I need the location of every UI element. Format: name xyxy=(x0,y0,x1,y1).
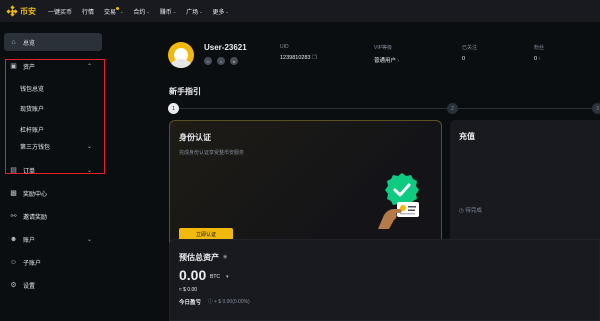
sidebar-item-sub-account[interactable]: ☺ 子账户 xyxy=(4,253,102,271)
nav-item-square[interactable]: 广场 ⌄ xyxy=(186,7,202,16)
sidebar-item-overview[interactable]: ⌂ 总览 xyxy=(4,33,102,51)
logo-text: 币安 xyxy=(20,6,36,16)
top-nav: 币安 一键买币 行情 交易 ⌄ 合约 ⌄ 赚币 ⌄ 广场 ⌄ 更多 ⌄ xyxy=(0,0,600,22)
uid-block: UID 1239810283 ❐ xyxy=(280,44,317,61)
globe-icon[interactable]: ● xyxy=(230,57,238,65)
nav-item-trade[interactable]: 交易 ⌄ xyxy=(104,6,124,16)
username: User-23621 xyxy=(204,43,247,52)
followers-value: 0 xyxy=(534,56,538,62)
chevron-down-icon: ⌄ xyxy=(86,167,92,174)
user-icon: ☻ xyxy=(9,235,18,243)
binance-logo-icon xyxy=(6,5,18,17)
rewards-icon: ▩ xyxy=(10,190,17,197)
card-description: 完成身份认证享受整币安服务 xyxy=(179,150,245,156)
new-dot xyxy=(116,6,120,10)
asset-title: 预估总资产 xyxy=(179,253,219,262)
home-icon: ⌂ xyxy=(11,38,16,46)
eye-icon[interactable]: ◉ xyxy=(223,254,227,260)
x-icon[interactable]: x xyxy=(217,57,225,65)
asset-unit[interactable]: BTC xyxy=(210,274,220,280)
chevron-down-icon: ⌄ xyxy=(172,8,177,14)
vip-value: 普通用户 xyxy=(374,58,397,64)
identity-verification-card: 身份认证 完成身份认证享受整币安服务 立即认证 xyxy=(169,120,442,247)
invite-icon: ⚯ xyxy=(10,213,17,220)
chevron-down-icon: ⌄ xyxy=(199,8,203,14)
sidebar-item-rewards[interactable]: ▩ 奖励中心 xyxy=(4,184,102,202)
social-badges: ∞ x ● xyxy=(204,57,243,65)
step-2: 2 xyxy=(447,103,458,114)
highlight-box xyxy=(5,59,105,174)
card-title: 身份认证 xyxy=(179,133,211,142)
asset-value: 0.00 xyxy=(179,267,207,283)
nav-item-buy-crypto[interactable]: 一键买币 xyxy=(48,7,72,16)
copy-icon[interactable]: ❐ xyxy=(312,55,317,61)
deposit-card[interactable]: 充值 ◷ 待完成 xyxy=(450,120,600,247)
nav-item-more[interactable]: 更多 ⌄ xyxy=(213,7,229,16)
verified-check-icon xyxy=(385,173,419,207)
sidebar-item-account[interactable]: ☻ 账户 ⌄ xyxy=(4,230,102,248)
sidebar-item-referral[interactable]: ⚯ 邀请奖励 xyxy=(4,207,102,225)
following-label: 已关注 xyxy=(462,45,478,51)
step-1: 1 xyxy=(168,103,179,114)
steps-line xyxy=(174,108,600,109)
logo[interactable]: 币安 xyxy=(6,5,36,17)
chevron-down-icon: ⌄ xyxy=(86,236,92,243)
chevron-down-icon: ⌄ xyxy=(146,8,150,14)
caret-down-icon[interactable]: ▾ xyxy=(226,274,229,280)
sidebar: ⌂ 总览 ▣ 资产 ⌃ 钱包总览 现货账户 杠杆账户 第三方钱包 ⌄ ▤ 订单 … xyxy=(0,22,108,321)
chevron-down-icon: ⌄ xyxy=(225,8,229,14)
followers-block: 粉丝 0 › xyxy=(534,44,544,62)
following-block: 已关注 0 xyxy=(462,44,477,62)
nav-item-markets[interactable]: 行情 xyxy=(82,7,94,16)
chevron-right-icon: › xyxy=(397,58,400,64)
nav-item-earn[interactable]: 赚币 ⌄ xyxy=(160,7,176,16)
nav-item-futures[interactable]: 合约 ⌄ xyxy=(133,7,149,16)
followers-label: 粉丝 xyxy=(534,45,545,51)
pnl-label: 今日盈亏 xyxy=(179,300,202,306)
asset-usd-value: ≈ $ 0.00 xyxy=(179,287,198,293)
info-icon[interactable]: ⓘ xyxy=(208,298,213,305)
orders-icon: ▤ xyxy=(10,167,17,174)
pnl-value: + $ 0.00(0.00%) xyxy=(214,299,250,305)
chevron-down-icon: ⌄ xyxy=(120,8,124,14)
vip-block: VIP等级 普通用户 › xyxy=(374,44,399,64)
main-content: User-23621 ∞ x ● UID 1239810283 ❐ VIP等级 … xyxy=(108,22,600,321)
section-title-guide: 新手指引 xyxy=(169,87,201,96)
estimated-balance-card: 预估总资产 ◉ 0.00 BTC ▾ ≈ $ 0.00 今日盈亏 ⓘ + $ 0… xyxy=(169,239,600,321)
deposit-status: 待完成 xyxy=(465,208,482,214)
id-verification-illustration xyxy=(378,173,419,229)
clock-icon: ◷ xyxy=(459,208,464,214)
following-value[interactable]: 0 xyxy=(462,56,477,62)
chevron-right-icon: › xyxy=(538,56,541,62)
link-icon[interactable]: ∞ xyxy=(204,57,212,65)
card-title: 充值 xyxy=(459,132,475,141)
uid-label: UID xyxy=(280,44,289,50)
step-3: 3 xyxy=(592,103,600,114)
avatar[interactable] xyxy=(168,42,194,68)
sub-account-icon: ☺ xyxy=(9,258,18,266)
sidebar-item-settings[interactable]: ⚙ 设置 xyxy=(4,276,102,294)
sidebar-item-orders[interactable]: ▤ 订单 ⌄ xyxy=(4,161,102,179)
uid-value: 1239810283 xyxy=(280,55,311,61)
settings-icon: ⚙ xyxy=(10,282,17,289)
vip-label: VIP等级 xyxy=(374,45,393,51)
